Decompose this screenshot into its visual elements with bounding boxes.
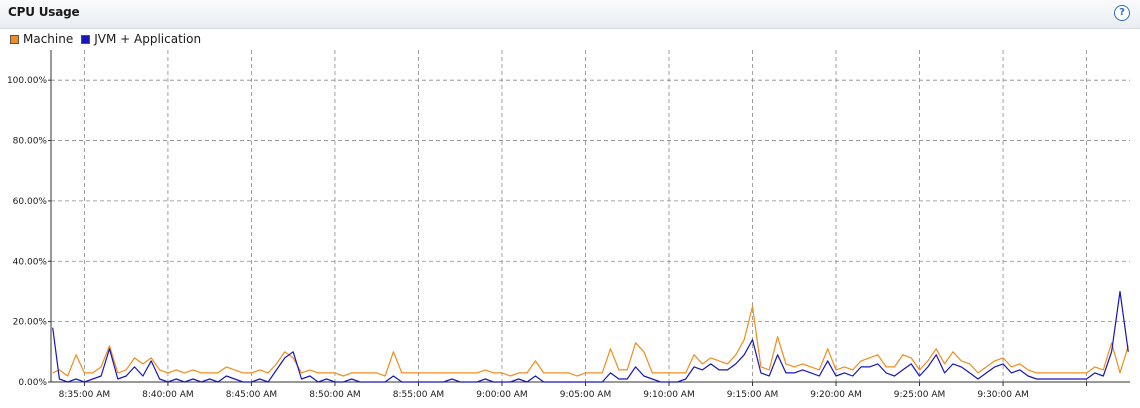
x-tick-label: 9:15:00 AM bbox=[727, 390, 778, 400]
y-tick-label: 60.00% bbox=[13, 197, 48, 207]
y-tick-label: 20.00% bbox=[13, 318, 48, 328]
y-tick-label: 0.00% bbox=[18, 378, 47, 388]
x-tick-label: 9:30:00 AM bbox=[977, 390, 1028, 400]
x-tick-label: 9:20:00 AM bbox=[810, 390, 861, 400]
x-tick-label: 8:55:00 AM bbox=[393, 390, 444, 400]
x-tick-label: 9:05:00 AM bbox=[560, 390, 611, 400]
x-tick-label: 9:00:00 AM bbox=[476, 390, 527, 400]
x-tick-label: 8:35:00 AM bbox=[59, 390, 110, 400]
plot-area bbox=[51, 50, 1130, 382]
x-tick-label: 9:25:00 AM bbox=[894, 390, 945, 400]
x-tick-label: 8:45:00 AM bbox=[226, 390, 277, 400]
y-tick-label: 80.00% bbox=[13, 137, 48, 147]
x-tick-label: 9:10:00 AM bbox=[643, 390, 694, 400]
x-tick-label: 8:50:00 AM bbox=[309, 390, 360, 400]
y-tick-label: 100.00% bbox=[7, 76, 47, 86]
y-tick-label: 40.00% bbox=[13, 257, 48, 267]
cpu-usage-chart: 0.00% 20.00% 40.00% 60.00% 80.00% 100.00% 8:35… bbox=[7, 50, 1130, 400]
x-tick-label: 8:40:00 AM bbox=[142, 390, 193, 400]
